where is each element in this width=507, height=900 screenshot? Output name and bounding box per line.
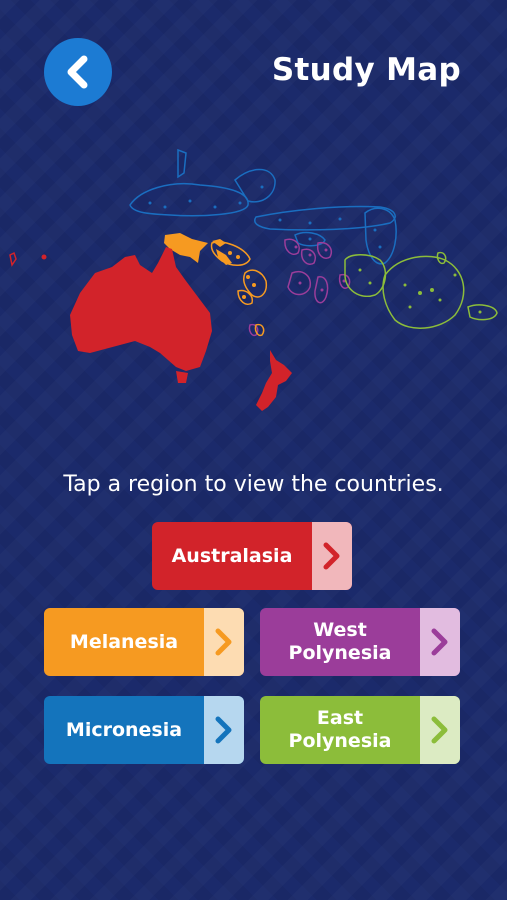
chevron-right-icon <box>204 696 244 764</box>
micronesia-button[interactable]: Micronesia <box>44 696 244 764</box>
map-region-west-polynesia[interactable] <box>248 238 351 337</box>
back-button[interactable] <box>44 38 112 106</box>
melanesia-label: Melanesia <box>69 630 179 653</box>
australasia-button[interactable]: Australasia <box>152 522 352 590</box>
east-polynesia-button[interactable]: East Polynesia <box>260 696 460 764</box>
chevron-right-icon <box>312 522 352 590</box>
west-polynesia-button[interactable]: West Polynesia <box>260 608 460 676</box>
melanesia-button[interactable]: Melanesia <box>44 608 244 676</box>
page-title: Study Map <box>271 52 461 88</box>
chevron-right-icon <box>420 608 460 676</box>
chevron-right-icon <box>204 608 244 676</box>
instruction-text: Tap a region to view the countries. <box>63 472 444 497</box>
australasia-label: Australasia <box>171 544 293 567</box>
east-polynesia-label: East Polynesia <box>288 707 392 752</box>
micronesia-label: Micronesia <box>65 718 183 741</box>
chevron-left-icon <box>67 55 88 89</box>
chevron-right-icon <box>420 696 460 764</box>
map-region-east-polynesia[interactable] <box>344 251 498 329</box>
west-polynesia-label: West Polynesia <box>288 619 392 664</box>
oceania-map <box>9 148 498 411</box>
